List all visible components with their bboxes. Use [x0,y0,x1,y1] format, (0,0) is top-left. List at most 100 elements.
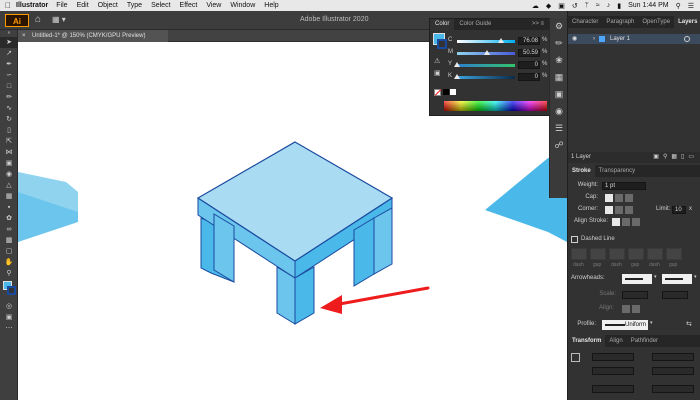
profile-select[interactable]: Uniform [602,320,648,330]
menu-type[interactable]: Type [127,2,142,9]
limit-input[interactable]: 10 [672,206,686,214]
workspace-switcher-icon[interactable]: ▦ ▾ [52,15,66,24]
black-swatch[interactable] [443,89,449,95]
pen-tool-icon[interactable]: ✒ [0,59,18,70]
symbols-icon[interactable]: ❀ [550,52,568,69]
miter-join-button[interactable] [605,206,613,214]
channel-m-input[interactable]: 50.59 [518,49,540,57]
transform-h-input[interactable] [652,367,694,375]
close-tab-icon[interactable]: × [22,30,26,42]
web-safe-icon[interactable]: ▣ [434,69,441,77]
paintbrush-tool-icon[interactable]: ✏ [0,92,18,103]
menu-file[interactable]: File [56,2,67,9]
white-swatch[interactable] [450,89,456,95]
shape-builder-tool-icon[interactable]: ◉ [0,169,18,180]
transform-x-input[interactable] [592,353,634,361]
menu-view[interactable]: View [206,2,221,9]
arrow-align-extend-button[interactable] [622,305,630,313]
dashed-line-checkbox[interactable] [571,236,578,243]
channel-y-thumb[interactable] [454,62,460,67]
volume-icon[interactable]: ♪ [607,2,611,9]
app-menu[interactable]: Illustrator [16,2,48,9]
dropbox-icon[interactable]: ◆ [546,2,551,10]
layers-footer-icons[interactable]: ▣⚲▦▯▭ [653,152,698,163]
channel-c-thumb[interactable] [498,38,504,43]
draw-mode-icon[interactable]: ◎ [0,301,18,312]
wifi-icon[interactable]: ≈ [596,2,600,9]
home-icon[interactable]: ⌂ [35,14,41,25]
spotlight-icon[interactable]: ⚲ [676,2,681,10]
color-spectrum[interactable] [444,101,547,111]
layer-row[interactable]: ◉ › Layer 1 [568,34,700,44]
tab-transparency[interactable]: Transparency [595,165,639,177]
screen-mode-icon[interactable]: ▣ [0,312,18,323]
out-of-gamut-icon[interactable]: ⚠ [434,57,440,65]
toolbar-collapse-icon[interactable]: » [0,30,18,37]
apple-icon[interactable]:  [0,1,16,10]
tab-pathfinder[interactable]: Pathfinder [627,335,662,347]
panel-menu-icon[interactable]: >> ≡ [527,19,549,30]
width-tool-icon[interactable]: ⋈ [0,147,18,158]
gap-input-3[interactable] [666,248,682,260]
transform-w-input[interactable] [652,353,694,361]
transform-rotate-input[interactable] [592,385,634,393]
scale-tool-icon[interactable]: ⇱ [0,136,18,147]
flip-profile-icon[interactable]: ⇆ [686,320,692,328]
arrowhead-end-dropdown-icon[interactable]: ▾ [694,274,698,284]
document-tab[interactable]: × Untitled-1* @ 150% (CMYK/GPU Preview) [18,30,168,42]
align-center-button[interactable] [612,218,620,226]
curvature-tool-icon[interactable]: ∽ [0,70,18,81]
tab-color-guide[interactable]: Color Guide [454,19,496,30]
layer-target-icon[interactable] [684,36,690,42]
expand-arrow-icon[interactable]: › [593,34,595,44]
profile-dropdown-icon[interactable]: ▾ [650,320,653,326]
blend-tool-icon[interactable]: ∞ [0,224,18,235]
battery-icon[interactable]: ▮ [617,2,621,10]
layer-name[interactable]: Layer 1 [610,34,630,44]
gradient-tool-icon[interactable]: ▪ [0,202,18,213]
zoom-tool-icon[interactable]: ⚲ [0,268,18,279]
eraser-tool-icon[interactable]: ▯ [0,125,18,136]
tab-align[interactable]: Align [605,335,626,347]
tab-color[interactable]: Color [430,19,455,30]
eye-icon[interactable]: ◉ [572,34,577,44]
menu-help[interactable]: Help [264,2,278,9]
round-cap-button[interactable] [615,194,623,202]
channel-k-input[interactable]: 0 [518,73,540,81]
align-inside-button[interactable] [622,218,630,226]
creative-cloud-icon[interactable]: ☁ [532,2,539,10]
channel-k-slider[interactable] [457,76,515,79]
butt-cap-button[interactable] [605,194,613,202]
menu-effect[interactable]: Effect [180,2,198,9]
direct-select-tool-icon[interactable]: ↗ [0,48,18,59]
graphic-styles-icon[interactable]: ▣ [550,86,568,103]
notification-center-icon[interactable]: ☰ [688,2,694,10]
arrow-scale-end-input[interactable] [662,291,688,299]
bevel-join-button[interactable] [625,206,633,214]
properties-icon[interactable]: ⚙ [550,18,568,35]
eyedropper-tool-icon[interactable]: ✿ [0,213,18,224]
reference-point-icon[interactable] [571,353,580,362]
channel-c-input[interactable]: 76.08 [518,37,540,45]
transform-y-input[interactable] [592,367,634,375]
fill-stroke-widget[interactable] [0,279,17,301]
stroke-weight-input[interactable]: 1 pt [602,182,646,190]
perspective-tool-icon[interactable]: △ [0,180,18,191]
appearance-icon[interactable]: ◉ [550,103,568,120]
menu-object[interactable]: Object [98,2,118,9]
artboard-tool-icon[interactable]: ▢ [0,246,18,257]
channel-c-slider[interactable] [457,40,515,43]
tab-transform[interactable]: Transform [568,335,606,347]
time-machine-icon[interactable]: ↺ [572,2,578,10]
round-join-button[interactable] [615,206,623,214]
menu-clock[interactable]: Sun 1:44 PM [628,2,668,9]
bluetooth-icon[interactable]: ᛘ [585,2,589,9]
rectangle-tool-icon[interactable]: □ [0,81,18,92]
arrow-scale-start-input[interactable] [622,291,648,299]
channel-y-slider[interactable] [457,64,515,67]
brushes-icon[interactable]: ✏ [550,35,568,52]
mesh-tool-icon[interactable]: ▦ [0,191,18,202]
channel-k-thumb[interactable] [454,74,460,79]
menu-edit[interactable]: Edit [77,2,89,9]
links-icon[interactable]: ☍ [550,137,568,154]
